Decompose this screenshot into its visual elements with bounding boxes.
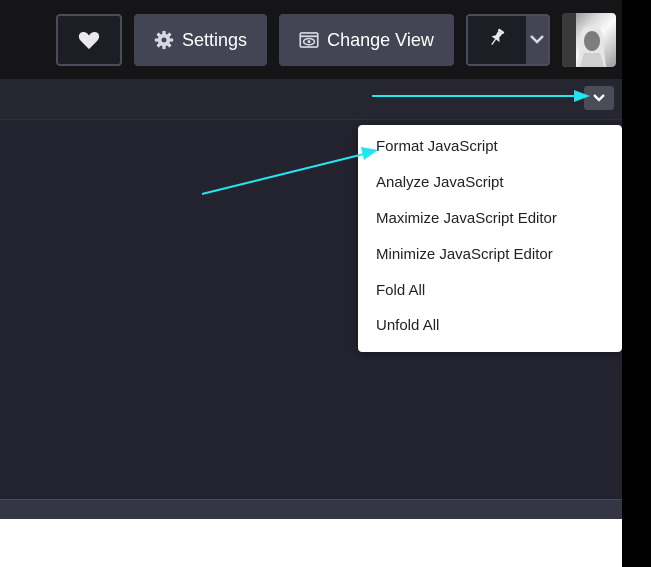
menu-item-fold-all[interactable]: Fold All	[376, 279, 425, 303]
top-bar: Settings Change View	[0, 0, 622, 79]
menu-item-format-javascript[interactable]: Format JavaScript	[376, 135, 498, 159]
screen-edge	[622, 0, 651, 567]
output-panel	[0, 519, 622, 567]
menu-item-maximize-editor[interactable]: Maximize JavaScript Editor	[376, 207, 557, 231]
settings-label: Settings	[181, 29, 248, 50]
settings-button[interactable]: Settings	[134, 14, 267, 66]
avatar[interactable]	[562, 13, 616, 67]
pin-button-group	[466, 14, 550, 66]
favorite-button[interactable]	[56, 14, 122, 66]
chevron-down-icon	[529, 31, 545, 49]
editor-toolbar	[0, 79, 622, 120]
change-view-button[interactable]: Change View	[279, 14, 454, 66]
app-window: Settings Change View Format JavaScript A…	[0, 0, 622, 567]
editor-status-strip	[0, 499, 622, 520]
menu-item-unfold-all[interactable]: Unfold All	[376, 314, 439, 338]
heart-icon	[78, 30, 100, 50]
menu-item-analyze-javascript[interactable]: Analyze JavaScript	[376, 171, 504, 195]
pin-button[interactable]	[468, 16, 526, 64]
pin-icon	[487, 27, 507, 54]
pin-options-button[interactable]	[526, 16, 548, 64]
editor-menu-toggle[interactable]	[584, 86, 614, 110]
chevron-down-icon	[592, 89, 606, 107]
eye-window-icon	[299, 31, 319, 49]
gear-icon	[154, 30, 174, 50]
menu-item-minimize-editor[interactable]: Minimize JavaScript Editor	[376, 243, 553, 267]
editor-dropdown-menu: Format JavaScript Analyze JavaScript Max…	[358, 125, 622, 352]
change-view-label: Change View	[327, 29, 434, 50]
avatar-image	[562, 13, 606, 67]
